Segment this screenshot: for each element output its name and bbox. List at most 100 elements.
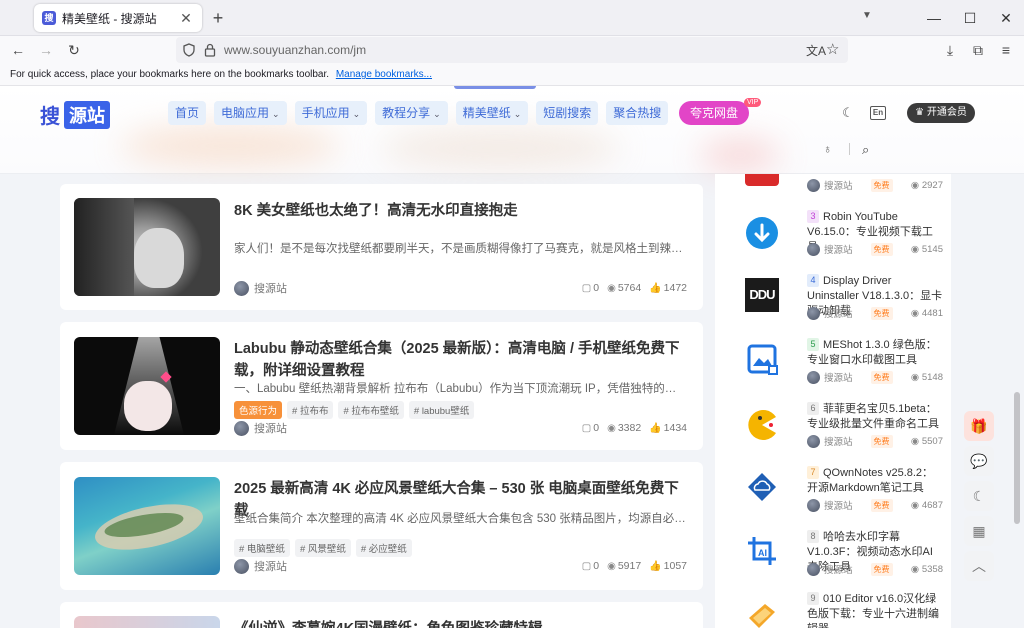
window-close-icon[interactable]: ✕ — [994, 6, 1018, 30]
extensions-icon[interactable]: ⧉ — [968, 40, 988, 60]
tab-close-icon[interactable]: ✕ — [178, 10, 194, 26]
back-icon[interactable]: ← — [8, 40, 28, 60]
author-name: 搜源站 — [824, 245, 853, 256]
downloads-icon[interactable]: ⤓ — [940, 40, 960, 60]
menu-drama-search[interactable]: 短剧搜索 — [536, 101, 599, 125]
header-decoration — [380, 128, 620, 168]
tag[interactable]: # 必应壁纸 — [355, 539, 412, 557]
avatar — [807, 242, 820, 256]
author-name: 搜源站 — [254, 423, 287, 435]
sidebar-item[interactable]: AI 8 哈哈去水印字幕V1.0.3F：视频动态水印AI去除工具 搜源站 免费 ◉ 5… — [715, 528, 951, 594]
sidebar-item[interactable]: 3Robin YouTube V6.15.0：专业视频下载工具 搜源站免费◉ 5… — [715, 208, 951, 274]
hot-software-sidebar: 搜源站 免费 ◉ 2927 3 Robin YouTube V6.15.0：专业视频下… — [715, 174, 951, 628]
vip-badge: VIP — [744, 98, 762, 107]
article-thumbnail[interactable] — [74, 477, 220, 575]
author-name: 搜源站 — [824, 373, 853, 384]
browser-tab-bar: 搜 精美壁纸 - 搜源站 ✕ + ▼ — ☐ ✕ — [0, 0, 1024, 36]
qr-code-icon[interactable]: ▦ — [964, 516, 994, 546]
open-membership-button[interactable]: ♛ 开通会员 — [907, 103, 975, 123]
page-scrollbar[interactable] — [1014, 392, 1020, 524]
gift-icon[interactable]: 🎁 — [964, 411, 994, 441]
tag[interactable]: # 拉布布壁纸 — [338, 401, 404, 419]
app-menu-icon[interactable]: ≡ — [996, 40, 1016, 60]
maximize-icon[interactable]: ☐ — [958, 6, 982, 30]
sidebar-item-meta: 搜源站 免费 ◉ 4687 — [807, 498, 943, 512]
tag[interactable]: # 拉布布 — [287, 401, 334, 419]
article-thumbnail[interactable] — [74, 337, 220, 435]
article-title[interactable]: Labubu 静动态壁纸合集（2025 最新版）：高清电脑 / 手机壁纸免费下载… — [234, 338, 684, 382]
search-icon[interactable]: ⌕ — [862, 142, 869, 158]
article-title[interactable]: 8K 美女壁纸也太绝了！高清无水印直接抱走 — [234, 200, 684, 222]
view-count: ◉ 5145 — [910, 243, 943, 255]
menu-mobile-apps[interactable]: 手机应用 ⌄ — [294, 101, 368, 125]
translate-icon[interactable]: 文A — [806, 42, 826, 59]
article-card[interactable]: 8K 美女壁纸也太绝了！高清无水印直接抱走 家人们！是不是每次找壁纸都要刷半天，… — [60, 184, 703, 310]
article-card[interactable]: 《仙逆》李慕婉4K国漫壁纸：角色图鉴珍藏特辑 — [60, 602, 703, 628]
menu-pc-apps[interactable]: 电脑应用 ⌄ — [214, 101, 287, 125]
bookmarks-hint: For quick access, place your bookmarks h… — [10, 69, 330, 80]
article-excerpt: 家人们！是不是每次找壁纸都要刷半天，不是画质糊得像打了马赛克，就是风格土到辣眼睛… — [234, 243, 686, 255]
new-tab-icon[interactable]: + — [208, 8, 228, 28]
dark-mode-toggle-icon[interactable]: ☾ — [964, 481, 994, 511]
back-to-top-icon[interactable]: ︿ — [964, 551, 994, 581]
avatar — [234, 558, 249, 574]
avatar — [807, 306, 820, 320]
avatar — [807, 562, 820, 576]
forward-icon[interactable]: → — [36, 40, 56, 60]
article-card[interactable]: Labubu 静动态壁纸合集（2025 最新版）：高清电脑 / 手机壁纸免费下载… — [60, 322, 703, 450]
site-logo[interactable]: 搜 源站 — [40, 100, 110, 129]
article-author[interactable]: 搜源站 — [234, 558, 287, 574]
avatar — [807, 178, 820, 192]
lightbulb-icon[interactable]: ♁ — [823, 142, 832, 156]
sidebar-item-title[interactable]: 6 菲菲更名宝贝5.1beta：专业级批量文件重命名工具 — [807, 402, 943, 432]
pacman-icon — [748, 410, 776, 440]
article-thumbnail[interactable] — [74, 198, 220, 296]
manage-bookmarks-link[interactable]: Manage bookmarks... — [336, 69, 432, 80]
sidebar-item-title[interactable]: 7 QOwnNotes v25.8.2：开源Markdown笔记工具 — [807, 466, 943, 496]
lock-icon[interactable] — [204, 43, 216, 57]
article-stats: ▢ 0 ◉ 5917 👍 1057 — [574, 560, 687, 572]
sidebar-item-title[interactable]: 5 MEShot 1.3.0 绿色版：专业窗口水印截图工具 — [807, 338, 943, 368]
article-thumbnail[interactable] — [74, 616, 220, 628]
language-icon[interactable]: En — [870, 106, 886, 120]
comment-icon: ▢ — [581, 422, 592, 434]
sidebar-item-title[interactable]: 9010 Editor v16.0汉化绿色版下载：专业十六进制编辑器 — [807, 592, 943, 628]
menu-quark-drive[interactable]: 夸克网盘 — [679, 101, 749, 125]
menu-home[interactable]: 首页 — [168, 101, 207, 125]
menu-label: 短剧搜索 — [543, 106, 592, 120]
browser-tab-active[interactable]: 搜 精美壁纸 - 搜源站 ✕ — [34, 4, 202, 32]
article-author[interactable]: 搜源站 — [234, 280, 287, 296]
sidebar-item[interactable]: 6 菲菲更名宝贝5.1beta：专业级批量文件重命名工具 搜源站 免费 ◉ 5507 — [715, 400, 951, 466]
minimize-icon[interactable]: — — [922, 6, 946, 30]
sidebar-item[interactable]: 7 QOwnNotes v25.8.2：开源Markdown笔记工具 搜源站 免费 ◉… — [715, 464, 951, 530]
list-all-tabs-icon[interactable]: ▼ — [862, 10, 872, 21]
dark-mode-icon[interactable]: ☾ — [839, 104, 857, 122]
menu-tutorials[interactable]: 教程分享 ⌄ — [375, 101, 448, 125]
screenshot-icon — [747, 344, 778, 375]
article-title[interactable]: 《仙逆》李慕婉4K国漫壁纸：角色图鉴珍藏特辑 — [234, 618, 684, 628]
address-bar[interactable]: www.souyuanzhan.com/jm 文A ☆ — [176, 37, 848, 63]
sidebar-item[interactable]: 5 MEShot 1.3.0 绿色版：专业窗口水印截图工具 搜源站 免费 ◉ 5148 — [715, 336, 951, 402]
menu-wallpapers[interactable]: 精美壁纸 ⌄ — [455, 101, 529, 125]
sidebar-item-meta: 搜源站 免费 ◉ 5145 — [807, 242, 943, 256]
menu-hot-search[interactable]: 聚合热搜 — [606, 101, 669, 125]
sidebar-item[interactable]: 9010 Editor v16.0汉化绿色版下载：专业十六进制编辑器 — [715, 590, 951, 628]
comment-count: 0 — [593, 422, 600, 434]
wechat-icon[interactable]: 💬 — [964, 446, 994, 476]
views-value: 5148 — [921, 371, 943, 383]
tag[interactable]: # 电脑壁纸 — [234, 539, 290, 557]
menu-label: 教程分享 — [382, 106, 431, 120]
article-author[interactable]: 搜源站 — [234, 420, 287, 436]
bookmark-star-icon[interactable]: ☆ — [826, 40, 839, 58]
tracking-shield-icon[interactable] — [182, 43, 196, 57]
free-badge: 免费 — [870, 498, 893, 512]
article-excerpt: 壁纸合集简介 本次整理的高清 4K 必应风景壁纸大合集包含 530 张精品图片，… — [234, 513, 686, 525]
article-card[interactable]: 2025 最新高清 4K 必应风景壁纸大合集 – 530 张 电脑桌面壁纸免费下… — [60, 462, 703, 590]
views-value: 5145 — [921, 243, 943, 255]
reload-icon[interactable]: ↻ — [64, 40, 84, 60]
thumbs-up-icon: 👍 — [649, 282, 662, 294]
tag-hot[interactable]: 色源行为 — [234, 401, 283, 419]
tag[interactable]: # 风景壁纸 — [294, 539, 351, 557]
sidebar-item[interactable]: DDU 4 Display Driver Uninstaller V18.1.3.… — [715, 272, 951, 338]
tag[interactable]: # labubu壁纸 — [408, 401, 475, 419]
